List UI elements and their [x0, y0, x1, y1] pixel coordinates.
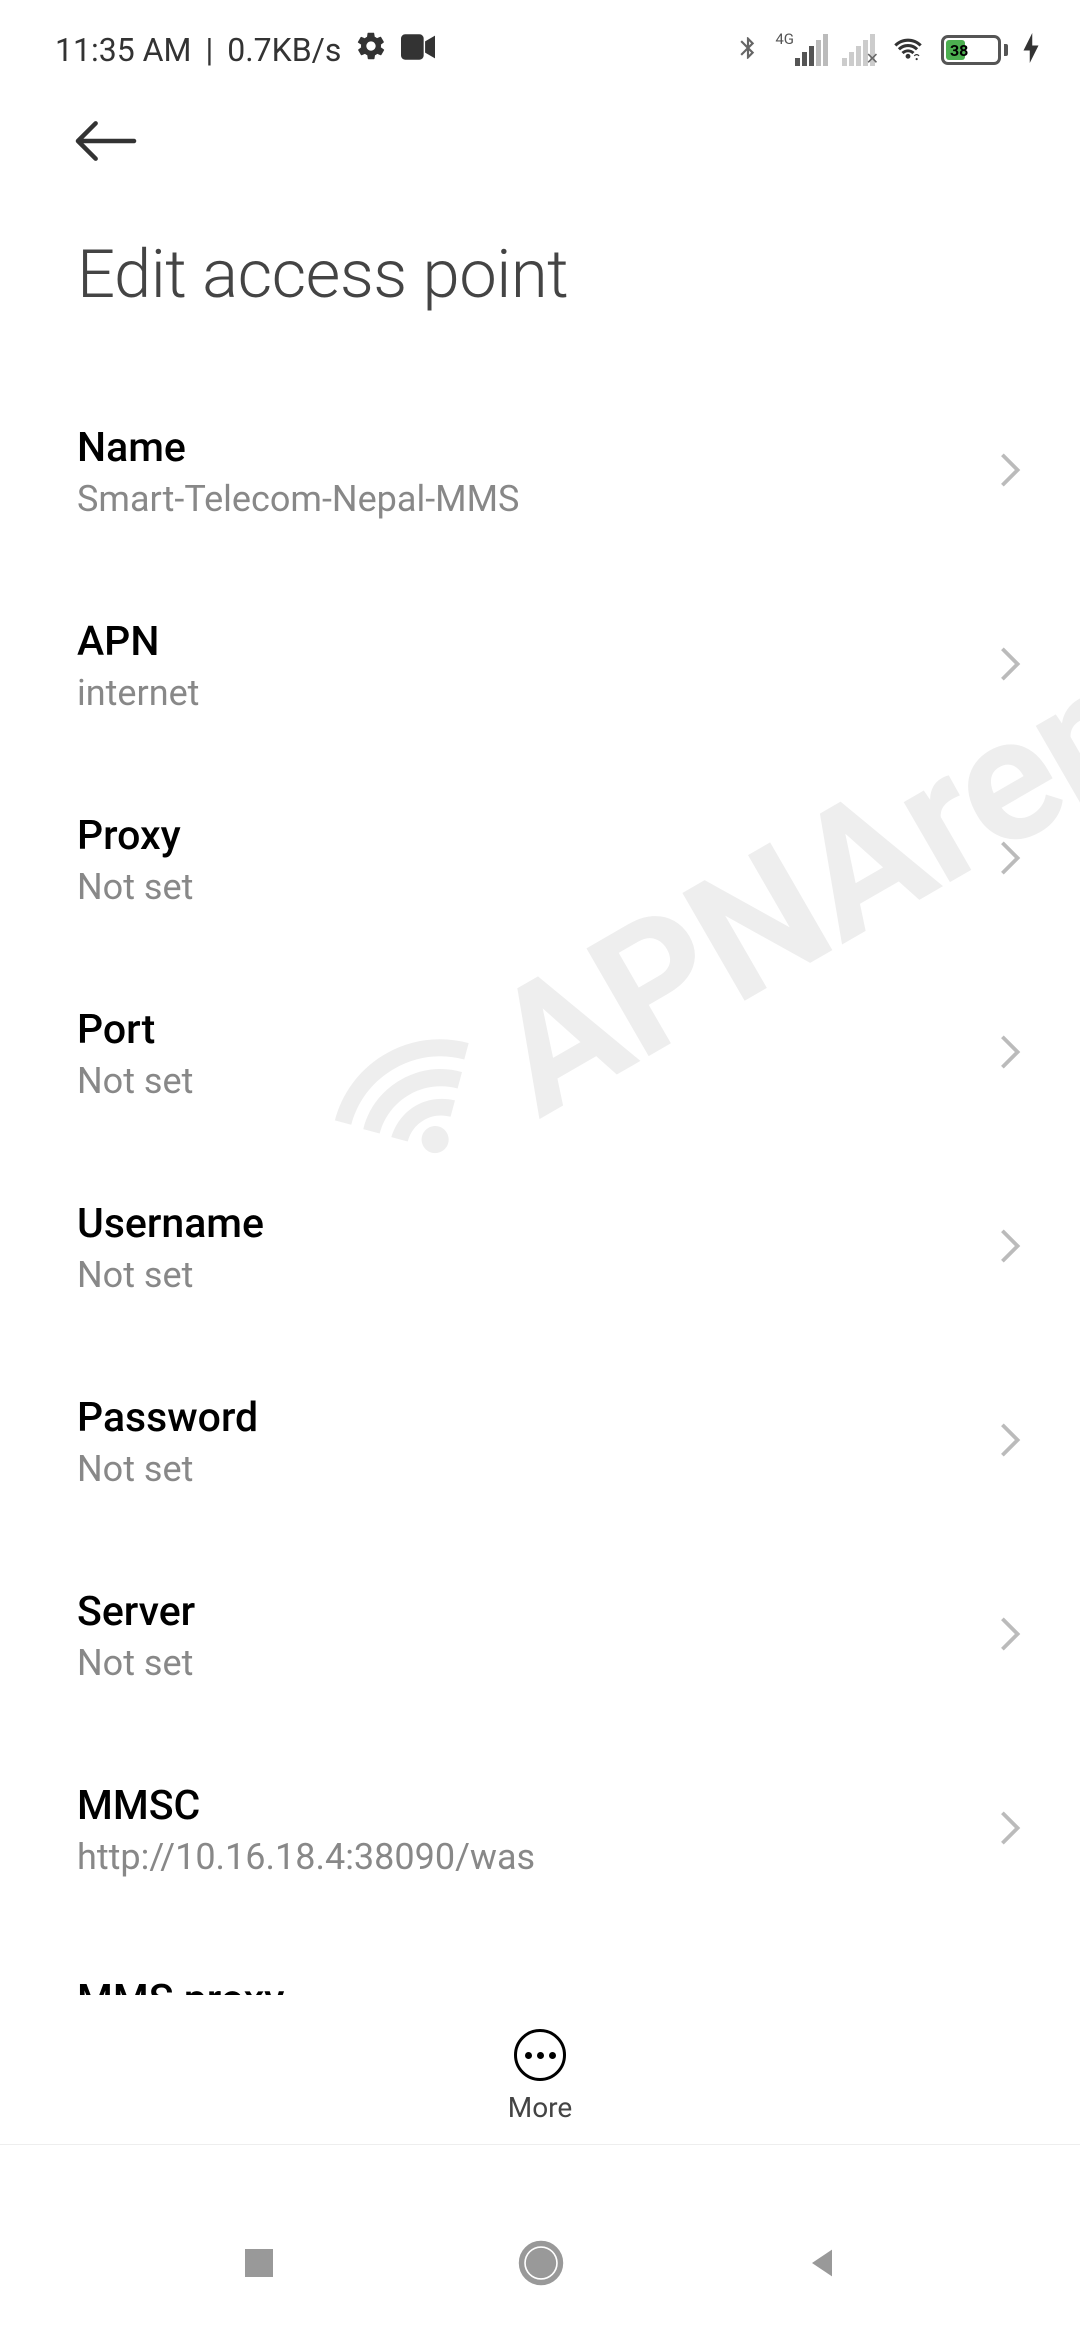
settings-item-label: Name — [77, 424, 998, 472]
settings-item-label: MMSC — [77, 1782, 998, 1830]
back-button[interactable] — [0, 90, 1080, 196]
settings-item-apn[interactable]: APN internet — [77, 568, 1030, 762]
more-button[interactable]: More — [0, 1995, 1080, 2145]
navigation-bar — [0, 2190, 1080, 2340]
chevron-right-icon — [998, 839, 1022, 881]
chevron-right-icon — [998, 645, 1022, 687]
gear-icon — [355, 30, 387, 70]
nav-back-button[interactable] — [802, 2243, 842, 2287]
settings-item-server[interactable]: Server Not set — [77, 1538, 1030, 1732]
settings-item-label: Password — [77, 1394, 998, 1442]
page-title: Edit access point — [0, 196, 1080, 374]
status-data-rate: 0.7KB/s — [227, 31, 341, 69]
settings-list: Name Smart-Telecom-Nepal-MMS APN interne… — [0, 374, 1080, 2000]
arrow-left-icon — [75, 120, 137, 162]
settings-item-name[interactable]: Name Smart-Telecom-Nepal-MMS — [77, 374, 1030, 568]
settings-item-label: Server — [77, 1588, 998, 1636]
settings-item-label: Port — [77, 1006, 998, 1054]
settings-item-username[interactable]: Username Not set — [77, 1150, 1030, 1344]
status-separator: | — [205, 31, 213, 69]
more-icon — [514, 2029, 566, 2081]
settings-item-port[interactable]: Port Not set — [77, 956, 1030, 1150]
signal-bars-2-icon: ✕ — [842, 34, 875, 66]
nav-recents-button[interactable] — [238, 2242, 280, 2288]
more-label: More — [508, 2091, 573, 2124]
network-badge: 4G — [775, 30, 794, 48]
status-bar: 11:35 AM | 0.7KB/s 4G — [0, 0, 1080, 90]
settings-item-value: Smart-Telecom-Nepal-MMS — [77, 478, 998, 520]
settings-item-value: internet — [77, 672, 998, 714]
wifi-icon — [889, 32, 927, 68]
settings-item-value: Not set — [77, 1060, 998, 1102]
bluetooth-icon — [735, 30, 761, 70]
chevron-right-icon — [998, 1421, 1022, 1463]
signal-bars-1-icon — [795, 34, 828, 66]
charging-icon — [1022, 33, 1040, 67]
video-icon — [401, 31, 435, 69]
settings-item-mmsc[interactable]: MMSC http://10.16.18.4:38090/was — [77, 1732, 1030, 1926]
settings-item-value: Not set — [77, 866, 998, 908]
settings-item-label: Proxy — [77, 812, 998, 860]
nav-home-button[interactable] — [515, 2237, 567, 2293]
settings-item-value: Not set — [77, 1254, 998, 1296]
chevron-right-icon — [998, 1615, 1022, 1657]
battery-percent: 38 — [950, 41, 968, 60]
chevron-right-icon — [998, 1227, 1022, 1269]
chevron-right-icon — [998, 1809, 1022, 1851]
status-time: 11:35 AM — [55, 31, 191, 69]
chevron-right-icon — [998, 1033, 1022, 1075]
settings-item-value: Not set — [77, 1642, 998, 1684]
settings-item-value: Not set — [77, 1448, 998, 1490]
settings-item-password[interactable]: Password Not set — [77, 1344, 1030, 1538]
chevron-right-icon — [998, 451, 1022, 493]
settings-item-label: Username — [77, 1200, 998, 1248]
settings-item-proxy[interactable]: Proxy Not set — [77, 762, 1030, 956]
settings-item-mms-proxy[interactable]: MMS proxy 10.16.18.77 — [77, 1926, 1030, 2000]
battery-icon: 38 — [941, 35, 1008, 65]
settings-item-label: APN — [77, 618, 998, 666]
settings-item-value: http://10.16.18.4:38090/was — [77, 1836, 998, 1878]
